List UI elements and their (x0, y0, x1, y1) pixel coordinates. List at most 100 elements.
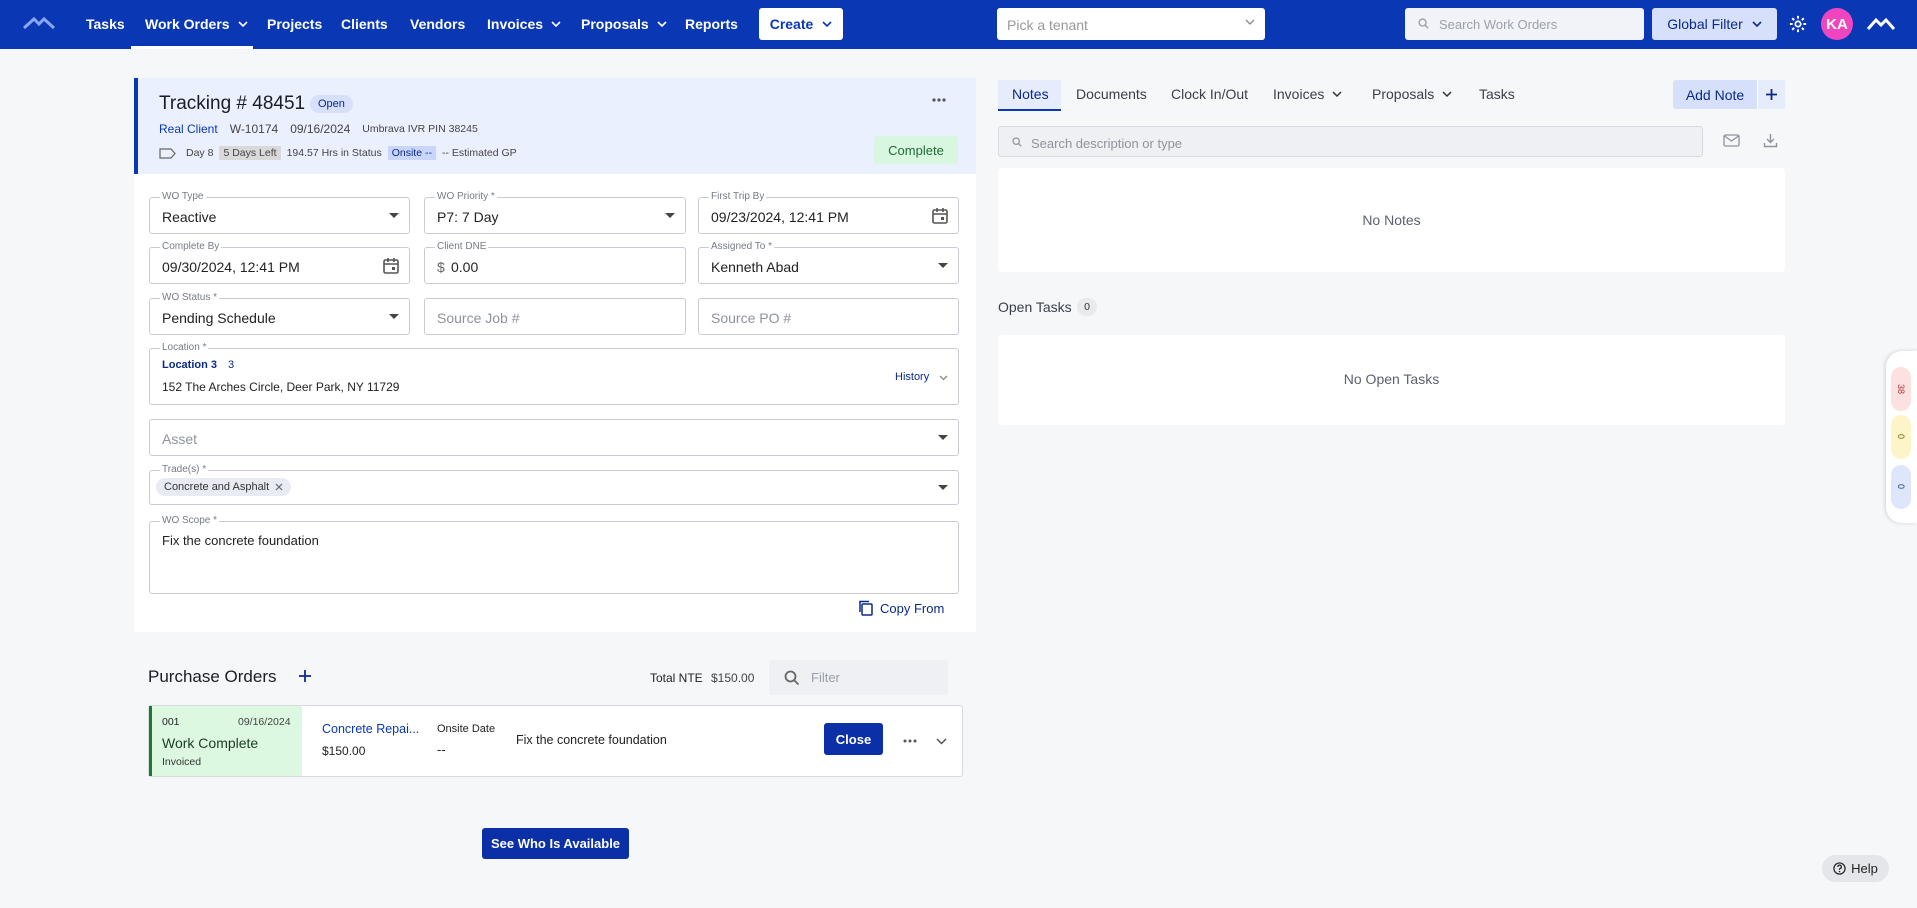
global-filter-button[interactable]: Global Filter (1652, 8, 1777, 40)
wo-scope-textarea[interactable]: WO Scope * Fix the concrete foundation (149, 515, 959, 594)
chevron-down-icon (657, 21, 667, 27)
create-button[interactable]: Create (759, 8, 843, 40)
purchase-orders-title: Purchase Orders (148, 667, 277, 686)
tenant-select[interactable]: Pick a tenant (997, 8, 1265, 40)
tab-clock-label: Clock In/Out (1171, 86, 1249, 102)
calendar-icon[interactable] (932, 207, 948, 224)
source-job-input[interactable]: Source Job # (424, 298, 686, 335)
po-description: Fix the concrete foundation (516, 733, 667, 747)
side-counter-red[interactable]: 38 (1891, 367, 1911, 411)
tab-notes-label: Notes (1012, 86, 1049, 102)
complete-button[interactable]: Complete (874, 136, 958, 164)
add-icon[interactable] (1757, 80, 1785, 109)
tab-tasks-label: Tasks (1479, 86, 1515, 102)
tab-proposals[interactable]: Proposals (1372, 86, 1452, 102)
complete-by-label: Complete By (160, 241, 222, 252)
see-who-is-available-button[interactable]: See Who Is Available (482, 828, 629, 859)
client-dne-value: 0.00 (451, 259, 479, 275)
side-counter-blue[interactable]: 0 (1891, 465, 1911, 509)
add-note-button[interactable]: Add Note (1673, 80, 1757, 109)
trades-select[interactable]: Trade(s) * Concrete and Asphalt (149, 464, 959, 505)
search-placeholder: Search Work Orders (1439, 17, 1558, 32)
gear-icon[interactable] (1789, 15, 1807, 33)
source-po-input[interactable]: Source PO # (698, 298, 959, 335)
brand-icon[interactable] (1866, 17, 1896, 31)
top-navigation-bar: Tasks Work Orders Projects Clients Vendo… (0, 0, 1917, 49)
wo-scope-value: Fix the concrete foundation (162, 533, 319, 548)
app-logo-icon[interactable] (22, 16, 56, 30)
client-dne-field[interactable]: Client DNE $ 0.00 (424, 241, 686, 284)
onsite-badge: Onsite -- (387, 146, 436, 160)
help-button[interactable]: Help (1822, 855, 1889, 882)
wo-status-select[interactable]: WO Status * Pending Schedule (149, 292, 410, 335)
chevron-down-icon[interactable] (936, 738, 947, 745)
wo-priority-select[interactable]: WO Priority * P7: 7 Day (424, 191, 686, 234)
nav-tasks[interactable]: Tasks (86, 16, 125, 32)
close-po-button[interactable]: Close (824, 723, 883, 755)
wo-type-select[interactable]: WO Type Reactive (149, 191, 410, 234)
days-left-badge: 5 Days Left (219, 146, 281, 160)
assigned-to-select[interactable]: Assigned To * Kenneth Abad (698, 241, 959, 284)
copy-icon (859, 600, 873, 616)
asset-placeholder: Asset (162, 431, 198, 447)
complete-by-field[interactable]: Complete By 09/30/2024, 12:41 PM (149, 241, 410, 284)
more-options-icon[interactable] (903, 739, 917, 743)
caret-down-icon (389, 314, 399, 319)
po-date: 09/16/2024 (238, 716, 291, 728)
chevron-down-icon[interactable] (939, 375, 948, 381)
first-trip-by-field[interactable]: First Trip By 09/23/2024, 12:41 PM (698, 191, 959, 234)
tab-tasks[interactable]: Tasks (1479, 86, 1515, 102)
tab-invoices[interactable]: Invoices (1273, 86, 1342, 102)
user-avatar[interactable]: KA (1821, 8, 1853, 40)
nav-proposals-label: Proposals (581, 16, 649, 32)
location-field[interactable]: Location * Location 3 3 152 The Arches C… (149, 342, 959, 405)
caret-down-icon (938, 263, 948, 268)
more-options-icon[interactable] (932, 98, 946, 102)
po-filter-input[interactable]: Filter (769, 660, 948, 695)
open-tasks-count-badge: 0 (1077, 298, 1097, 316)
copy-from-button[interactable]: Copy From (858, 600, 944, 616)
tab-documents[interactable]: Documents (1076, 86, 1147, 102)
caret-down-icon (389, 213, 399, 218)
tab-notes[interactable]: Notes (1012, 86, 1049, 102)
nav-invoices-label: Invoices (487, 16, 544, 32)
nav-reports[interactable]: Reports (685, 16, 738, 32)
nav-work-orders[interactable]: Work Orders (145, 16, 248, 32)
nav-clients[interactable]: Clients (341, 16, 388, 32)
search-icon (784, 670, 800, 686)
nav-proposals[interactable]: Proposals (581, 16, 667, 32)
history-link[interactable]: History (895, 371, 929, 383)
avatar-initials: KA (1826, 15, 1848, 33)
client-link[interactable]: Real Client (159, 122, 218, 136)
trades-label: Trade(s) * (160, 464, 209, 475)
asset-select[interactable]: Asset (149, 419, 959, 456)
no-open-tasks-message: No Open Tasks (1343, 371, 1440, 387)
po-vendor-link[interactable]: Concrete Repai... (322, 722, 419, 736)
download-icon[interactable] (1763, 133, 1778, 148)
notes-search-input[interactable]: Search description or type (998, 126, 1703, 157)
add-po-icon[interactable] (297, 668, 313, 684)
chevron-down-icon (822, 21, 832, 27)
chevron-down-icon (1752, 21, 1762, 27)
close-icon[interactable] (275, 483, 283, 491)
calendar-icon[interactable] (383, 257, 399, 274)
nav-vendors[interactable]: Vendors (410, 16, 465, 32)
nav-invoices[interactable]: Invoices (487, 16, 561, 32)
wo-type-label: WO Type (160, 191, 206, 202)
work-order-header: Tracking # 48451 Open Real Client W-1017… (134, 78, 976, 174)
side-counter-yellow[interactable]: 0 (1891, 415, 1911, 459)
work-order-card: Tracking # 48451 Open Real Client W-1017… (134, 78, 976, 632)
wo-date: 09/16/2024 (290, 122, 351, 136)
help-label: Help (1851, 861, 1878, 876)
source-po-placeholder: Source PO # (711, 310, 792, 326)
day-label: Day 8 (186, 147, 214, 159)
tab-clock-in-out[interactable]: Clock In/Out (1171, 86, 1248, 102)
nav-projects[interactable]: Projects (267, 16, 322, 32)
currency-symbol: $ (437, 259, 445, 275)
po-status: Work Complete (162, 735, 259, 751)
open-tasks-panel: No Open Tasks (998, 335, 1785, 425)
purchase-order-row[interactable]: 001 09/16/2024 Work Complete Invoiced Co… (148, 705, 963, 777)
email-icon[interactable] (1723, 134, 1740, 147)
location-address: 152 The Arches Circle, Deer Park, NY 117… (162, 380, 400, 394)
work-order-search-input[interactable]: Search Work Orders (1405, 8, 1644, 40)
